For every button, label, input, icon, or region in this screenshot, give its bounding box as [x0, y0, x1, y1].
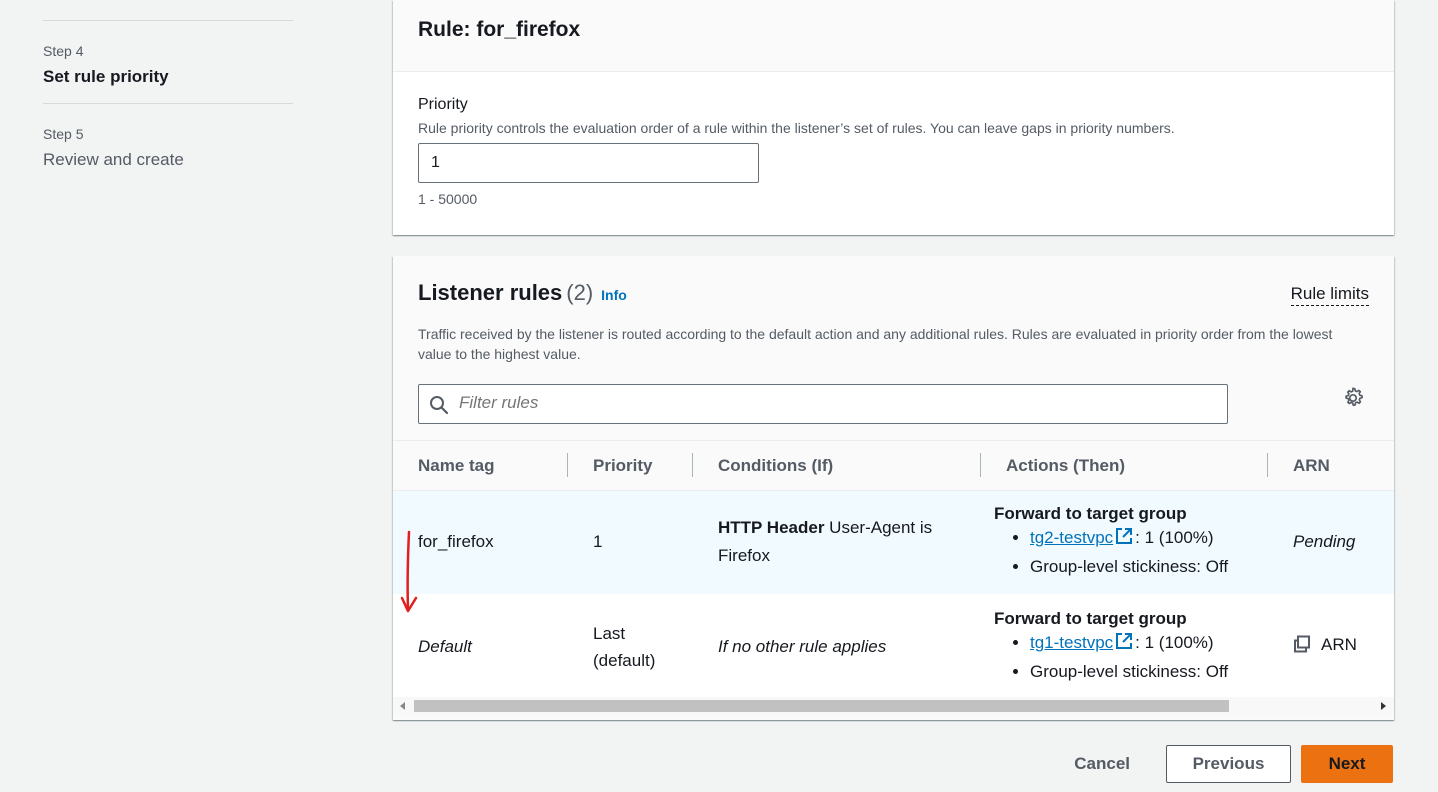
priority-constraint: 1 - 50000 — [418, 191, 478, 207]
nav-divider — [43, 20, 293, 21]
nav-step-5[interactable]: Step 5 Review and create — [43, 126, 293, 170]
rule-priority-card: Rule: for_firefox Priority Rule priority… — [393, 0, 1394, 235]
scroll-right-icon[interactable] — [1381, 702, 1386, 710]
column-header-actions[interactable]: Actions (Then) — [981, 440, 1268, 491]
external-link-icon[interactable] — [1115, 631, 1133, 658]
action-title: Forward to target group — [994, 608, 1187, 628]
step-title[interactable]: Review and create — [43, 150, 293, 170]
rules-table: Name tag Priority Conditions (If) Action… — [393, 440, 1394, 700]
external-link-icon[interactable] — [1115, 526, 1133, 553]
horizontal-scrollbar[interactable] — [393, 697, 1394, 715]
priority-input[interactable] — [418, 143, 759, 183]
target-group-link[interactable]: tg1-testvpc — [1030, 633, 1113, 652]
filter-rules-input[interactable] — [459, 393, 1199, 413]
action-title: Forward to target group — [994, 504, 1187, 524]
step-label: Step 4 — [43, 43, 84, 59]
column-header-arn[interactable]: ARN — [1268, 440, 1394, 491]
stickiness-text: Group-level stickiness: Off — [1030, 553, 1268, 580]
listener-rules-description: Traffic received by the listener is rout… — [418, 326, 1333, 362]
cell-priority: 1 — [568, 490, 693, 594]
previous-button[interactable]: Previous — [1166, 745, 1291, 783]
listener-rules-title: Listener rules — [418, 280, 563, 305]
listener-rules-header: Listener rules (2) Info Rule limits Traffi… — [393, 256, 1394, 424]
info-link[interactable]: Info — [601, 287, 627, 303]
cell-arn: Pending — [1268, 490, 1394, 594]
cell-conditions: HTTP Header User-Agent is Firefox — [693, 490, 981, 594]
cell-priority: Last (default) — [568, 593, 693, 700]
priority-label: Priority — [418, 96, 468, 113]
target-group-link[interactable]: tg2-testvpc — [1030, 528, 1113, 547]
priority-description: Rule priority controls the evaluation or… — [418, 120, 1175, 136]
card-body: Priority Rule priority controls the eval… — [393, 72, 1394, 231]
scroll-left-icon[interactable] — [400, 702, 405, 710]
annotation-arrow-icon — [400, 530, 418, 613]
rules-count: (2) — [566, 280, 594, 305]
column-header-priority[interactable]: Priority — [568, 440, 693, 491]
next-button[interactable]: Next — [1301, 745, 1393, 783]
gear-icon[interactable] — [1342, 387, 1364, 414]
step-title[interactable]: Set rule priority — [43, 67, 293, 87]
listener-rules-card: Listener rules (2) Info Rule limits Traffi… — [393, 256, 1394, 720]
card-header: Rule: for_firefox — [393, 0, 1394, 72]
cancel-button[interactable]: Cancel — [1074, 754, 1130, 774]
step-label: Step 5 — [43, 126, 84, 142]
table-row[interactable]: Default Last (default) If no other rule … — [393, 593, 1394, 700]
scrollbar-thumb[interactable] — [414, 700, 1229, 712]
cell-conditions: If no other rule applies — [693, 593, 981, 700]
stickiness-text: Group-level stickiness: Off — [1030, 658, 1268, 685]
cell-arn[interactable]: ARN — [1268, 593, 1394, 700]
column-header-conditions[interactable]: Conditions (If) — [693, 440, 981, 491]
wizard-footer: Cancel Previous Next — [1074, 745, 1393, 783]
rule-title: Rule: for_firefox — [418, 18, 581, 41]
table-row[interactable]: for_firefox 1 HTTP Header User-Agent is … — [393, 490, 1394, 594]
nav-divider — [43, 103, 293, 104]
nav-step-4[interactable]: Step 4 Set rule priority — [43, 43, 293, 87]
rule-limits-link[interactable]: Rule limits — [1290, 284, 1369, 306]
copy-icon[interactable] — [1293, 635, 1311, 658]
filter-rules-field[interactable] — [418, 384, 1228, 424]
cell-actions: Forward to target group tg1-testvpc: 1 (… — [981, 593, 1268, 700]
column-header-name-tag[interactable]: Name tag — [393, 440, 568, 491]
wizard-steps-nav: Step 4 Set rule priority Step 5 Review a… — [43, 0, 293, 170]
cell-actions: Forward to target group tg2-testvpc: 1 (… — [981, 490, 1268, 594]
search-icon — [429, 395, 449, 420]
table-header-row: Name tag Priority Conditions (If) Action… — [393, 440, 1394, 491]
